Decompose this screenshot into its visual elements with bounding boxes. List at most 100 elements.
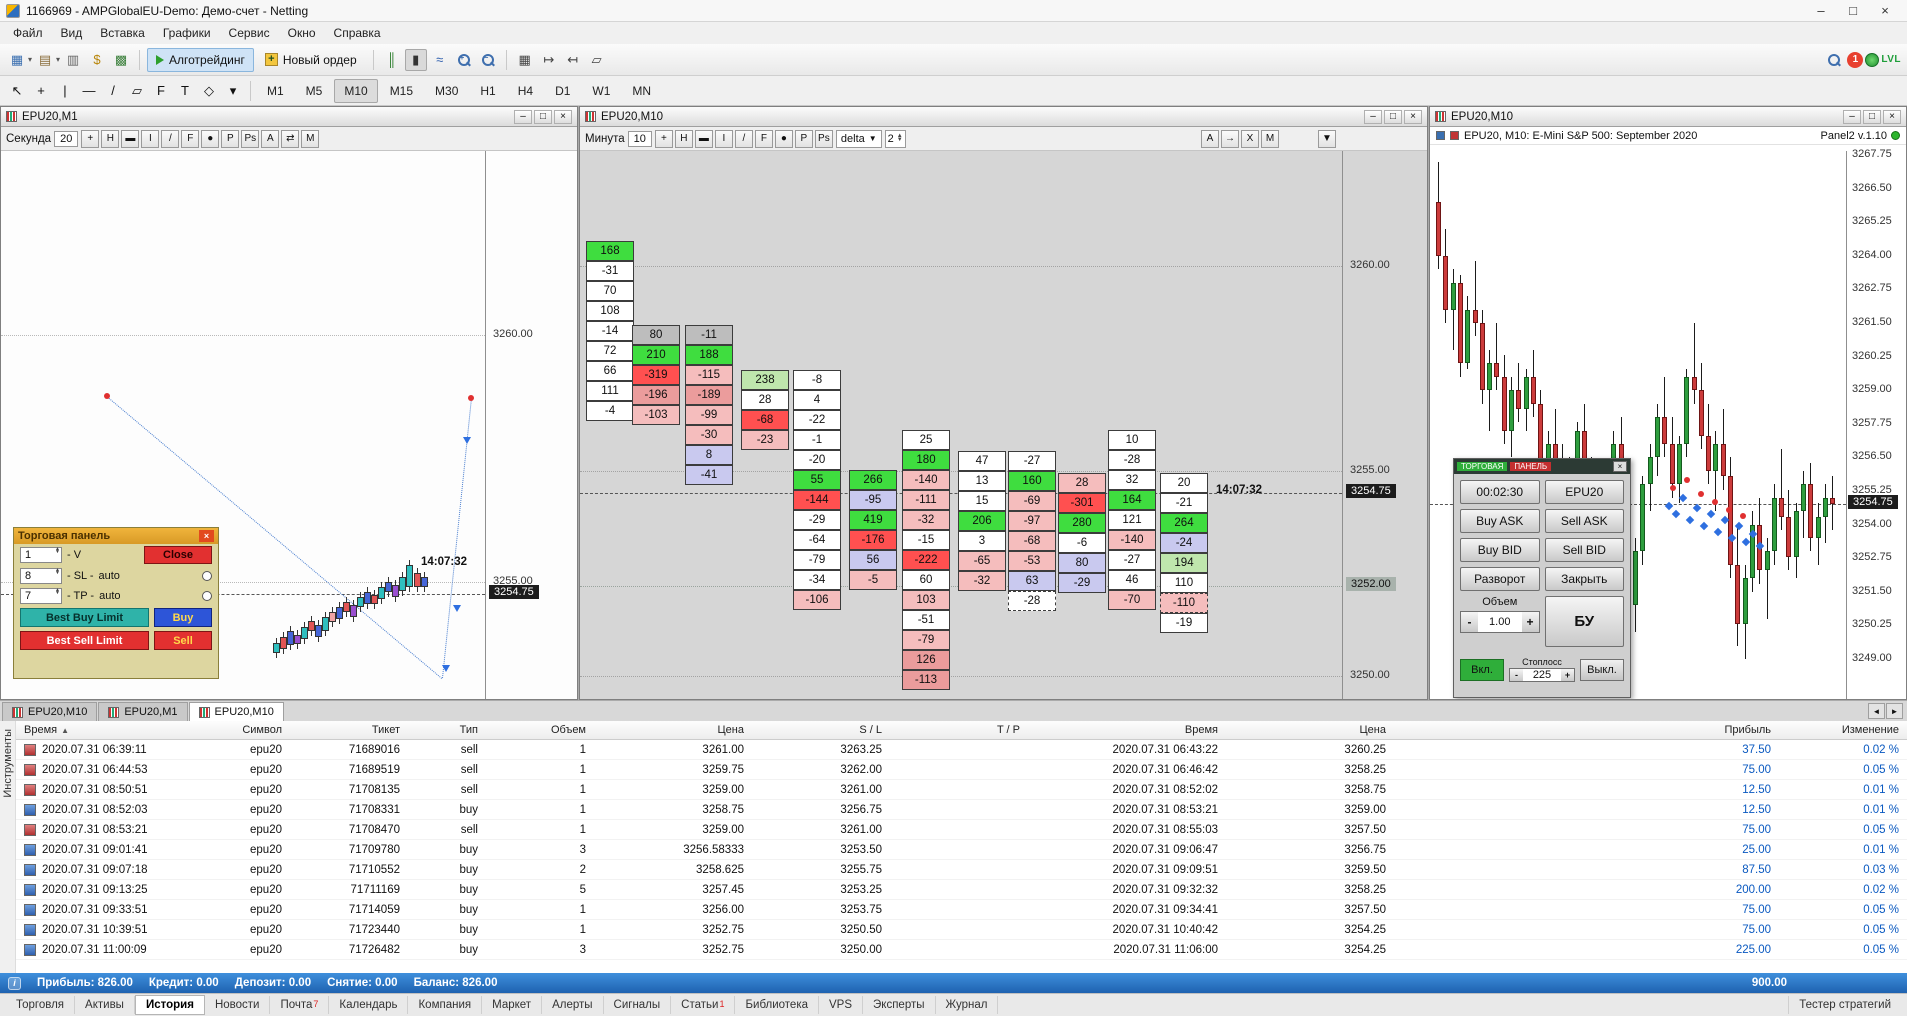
vertical-line-icon[interactable]: |	[54, 80, 76, 102]
chart-tab-2[interactable]: EPU20,M1	[98, 702, 188, 721]
tab-market[interactable]: Маркет	[482, 996, 543, 1014]
chart-tool-icon-8[interactable]: Ps	[241, 129, 260, 148]
tab-scroll-right-icon[interactable]: ►	[1886, 703, 1903, 719]
chart-tool-icon-2[interactable]: ▬	[121, 129, 140, 148]
table-row[interactable]: 2020.07.31 08:52:03 epu20 71708331 buy 1 3258…	[16, 800, 1907, 820]
chart-tool-icon-7[interactable]: P	[221, 129, 240, 148]
chart-tab-1[interactable]: EPU20,M10	[2, 702, 98, 721]
tab-calendar[interactable]: Календарь	[329, 996, 409, 1014]
table-row[interactable]: 2020.07.31 06:44:53 epu20 71689519 sell 1 325…	[16, 760, 1907, 780]
chart-window-epu20-m1[interactable]: EPU20,M1 – □ × Секунда 20 + H ▬ I / F ● P Ps A ⇄ M …	[0, 106, 578, 700]
close-icon[interactable]: ×	[199, 530, 214, 542]
line-chart-icon[interactable]: ≈	[429, 49, 451, 71]
chart-mode-icon-3[interactable]: M	[1261, 129, 1279, 148]
stoploss-stepper[interactable]: - 225 +	[1509, 668, 1575, 682]
timeframe-m1[interactable]: M1	[257, 79, 294, 103]
cascade-windows-icon[interactable]: ▱	[586, 49, 608, 71]
chart-tool-icon-3[interactable]: I	[714, 129, 733, 148]
tab-journal[interactable]: Журнал	[936, 996, 999, 1014]
layout-icon[interactable]: ▥	[62, 49, 84, 71]
tab-library[interactable]: Библиотека	[735, 996, 819, 1014]
fibonacci-icon[interactable]: F	[150, 80, 172, 102]
tab-mail[interactable]: Почта 7	[270, 996, 330, 1014]
timeframe-m10[interactable]: M10	[334, 78, 378, 103]
column-header-7[interactable]: T / P	[890, 721, 1028, 739]
chart-tool-icon-6[interactable]: ●	[774, 129, 793, 148]
buy-ask-button[interactable]: Buy ASK	[1460, 509, 1540, 533]
strategy-tester-label[interactable]: Тестер стратегий	[1788, 996, 1901, 1014]
table-row[interactable]: 2020.07.31 08:53:21 epu20 71708470 sell 1 325…	[16, 820, 1907, 840]
column-header-4[interactable]: Объем	[486, 721, 594, 739]
chart-tool-icon-10[interactable]: ⇄	[281, 129, 300, 148]
chart-tab-3[interactable]: EPU20,M10	[188, 702, 284, 721]
close-all-button[interactable]: Закрыть	[1544, 567, 1624, 591]
column-header-10[interactable]: Прибыль	[1394, 721, 1779, 739]
connection-status-icon[interactable]	[1865, 52, 1880, 67]
maximize-icon[interactable]: □	[1384, 109, 1402, 124]
chart-tool-icon-6[interactable]: ●	[201, 129, 220, 148]
tab-company[interactable]: Компания	[408, 996, 483, 1014]
navigator-icon[interactable]: ▩	[110, 49, 132, 71]
tab-articles[interactable]: Статьи 1	[671, 996, 736, 1014]
tab-scroll-left-icon[interactable]: ◄	[1868, 703, 1885, 719]
tab-trade[interactable]: Торговля	[6, 996, 76, 1014]
market-watch-icon[interactable]: $	[86, 49, 108, 71]
symbol-button[interactable]: EPU20	[1544, 480, 1624, 504]
zoom-in-icon[interactable]: +	[453, 49, 475, 71]
close-icon[interactable]: ×	[554, 109, 572, 124]
best-buy-limit-button[interactable]: Best Buy Limit	[20, 608, 149, 627]
close-position-button[interactable]: Close	[144, 546, 212, 564]
chart-window-epu20-m10-cluster[interactable]: EPU20,M10 – □ × Минута 10 + H ▬ I / F ● P Ps del…	[579, 106, 1428, 700]
table-row[interactable]: 2020.07.31 09:07:18 epu20 71710552 buy 2 3258…	[16, 860, 1907, 880]
tab-assets[interactable]: Активы	[75, 996, 135, 1014]
panel2-titlebar[interactable]: ТОРГОВАЯ ПАНЕЛЬ ×	[1454, 459, 1630, 474]
bar-chart-icon[interactable]: ║	[381, 49, 403, 71]
zoom-out-icon[interactable]: −	[477, 49, 499, 71]
table-row[interactable]: 2020.07.31 09:13:25 epu20 71711169 buy 5 3257…	[16, 880, 1907, 900]
buy-bid-button[interactable]: Buy BID	[1460, 538, 1540, 562]
trading-panel-titlebar[interactable]: Торговая панель ×	[14, 528, 218, 544]
tp-auto-radio[interactable]	[202, 591, 212, 601]
tab-history[interactable]: История	[134, 995, 205, 1015]
tab-news[interactable]: Новости	[205, 996, 271, 1014]
sl-input[interactable]: 8 ▲ ▼	[20, 568, 62, 584]
timeframe-m15[interactable]: M15	[380, 79, 423, 103]
chart-tool-icon-4[interactable]: /	[734, 129, 753, 148]
tile-windows-icon[interactable]: ▦	[514, 49, 536, 71]
column-header-5[interactable]: Цена	[594, 721, 752, 739]
minimize-icon[interactable]: –	[1364, 109, 1382, 124]
sell-button[interactable]: Sell	[154, 631, 212, 650]
sl-auto-radio[interactable]	[202, 571, 212, 581]
minus-button[interactable]: -	[1461, 612, 1478, 632]
window-close-button[interactable]: ×	[1869, 3, 1901, 18]
close-icon[interactable]: ×	[1883, 109, 1901, 124]
plus-button[interactable]: +	[1561, 669, 1574, 681]
chart-mode-icon-1[interactable]: →	[1221, 129, 1239, 148]
chart-tool-icon-1[interactable]: H	[674, 129, 693, 148]
chart-tool-icon-0[interactable]: +	[81, 129, 100, 148]
timeframe-mn[interactable]: MN	[622, 79, 661, 103]
chart-tool-icon-8[interactable]: Ps	[814, 129, 833, 148]
volume-input[interactable]: 1 ▲ ▼	[20, 547, 62, 563]
best-sell-limit-button[interactable]: Best Sell Limit	[20, 631, 149, 650]
shapes-icon[interactable]: ◇	[198, 80, 220, 102]
stoploss-off-button[interactable]: Выкл.	[1580, 658, 1624, 681]
timeframe-h1[interactable]: H1	[470, 79, 505, 103]
maximize-icon[interactable]: □	[1863, 109, 1881, 124]
timeframe-h4[interactable]: H4	[508, 79, 543, 103]
menu-view[interactable]: Вид	[52, 23, 92, 43]
plus-button[interactable]: +	[1521, 612, 1539, 632]
buy-button[interactable]: Buy	[154, 608, 212, 627]
column-header-9[interactable]: Цена	[1226, 721, 1394, 739]
chart-tool-icon-5[interactable]: F	[754, 129, 773, 148]
chart-window-epu20-m10-candles[interactable]: EPU20,M10 – □ × EPU20, M10: E-Mini S&P 5…	[1429, 106, 1907, 700]
tab-vps[interactable]: VPS	[819, 996, 864, 1014]
dropdown-arrow-icon[interactable]: ▾	[56, 55, 60, 64]
algo-trading-button[interactable]: Алготрейдинг	[147, 47, 254, 72]
chart-mode-icon-0[interactable]: A	[1201, 129, 1219, 148]
text-icon[interactable]: T	[174, 80, 196, 102]
minus-button[interactable]: -	[1510, 669, 1523, 681]
search-icon[interactable]	[1823, 49, 1845, 71]
table-row[interactable]: 2020.07.31 10:39:51 epu20 71723440 buy 1 3252…	[16, 920, 1907, 940]
menu-window[interactable]: Окно	[279, 23, 325, 43]
